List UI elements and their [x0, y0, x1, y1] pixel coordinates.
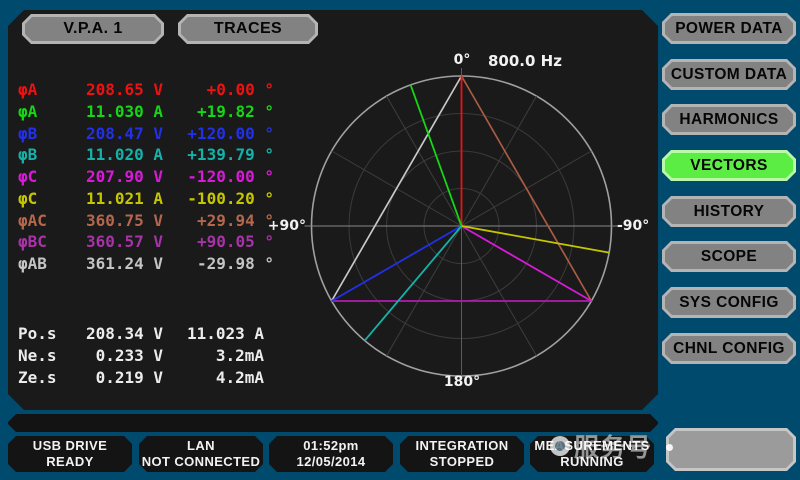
- lan-status: LANNOT CONNECTED: [139, 436, 263, 472]
- summary-current: 4.2mA: [162, 368, 264, 387]
- blank-button[interactable]: [666, 428, 796, 471]
- phase-angle: -120.00 °: [172, 167, 274, 186]
- phase-angle: -100.20 °: [172, 189, 274, 208]
- nav-button-scope-label: SCOPE: [665, 244, 793, 269]
- nav-button-vectors[interactable]: VECTORS: [662, 150, 796, 181]
- phase-value: 208.65 V: [70, 80, 163, 99]
- traces-button[interactable]: TRACES: [178, 14, 318, 44]
- frequency-readout: 800.0 Hz: [488, 52, 562, 70]
- vpa-select-button[interactable]: V.P.A. 1: [22, 14, 164, 44]
- summary-current: 11.023 A: [162, 324, 264, 343]
- phase-label: φC: [18, 189, 68, 208]
- nav-button-power-data[interactable]: POWER DATA: [662, 13, 796, 44]
- usb-status-text: READY: [46, 454, 94, 470]
- nav-button-sys-config[interactable]: SYS CONFIG: [662, 287, 796, 318]
- watermark-text: 服务号: [574, 428, 652, 464]
- integration-status-text: STOPPED: [430, 454, 495, 470]
- angle-label-minus90: -90°: [617, 218, 649, 234]
- integration-status: INTEGRATIONSTOPPED: [400, 436, 524, 472]
- summary-label: Ne.s: [18, 346, 70, 365]
- phase-value: 360.57 V: [70, 232, 163, 251]
- phase-angle: -29.98 °: [172, 254, 274, 273]
- nav-button-power-data-label: POWER DATA: [665, 16, 793, 41]
- summary-label: Po.s: [18, 324, 70, 343]
- nav-button-history[interactable]: HISTORY: [662, 196, 796, 227]
- watermark-logo-icon: [550, 436, 570, 456]
- summary-label: Ze.s: [18, 368, 70, 387]
- nav-button-chnl-config[interactable]: CHNL CONFIG: [662, 333, 796, 364]
- nav-button-harmonics[interactable]: HARMONICS: [662, 104, 796, 135]
- summary-voltage: 208.34 V: [70, 324, 163, 343]
- usb-status-text: USB DRIVE: [33, 438, 107, 454]
- phase-angle: +120.00 °: [172, 124, 274, 143]
- lan-status-text: NOT CONNECTED: [142, 454, 261, 470]
- clock-date-text: 01:52pm: [303, 438, 359, 454]
- vpa-select-button-label: V.P.A. 1: [25, 17, 161, 41]
- phase-angle: +139.79 °: [172, 145, 274, 164]
- blank-button-face: [669, 431, 793, 468]
- phase-label: φAB: [18, 254, 68, 273]
- watermark-dot: [666, 444, 673, 451]
- nav-button-scope[interactable]: SCOPE: [662, 241, 796, 272]
- nav-button-sys-config-label: SYS CONFIG: [665, 290, 793, 315]
- traces-button-label: TRACES: [181, 17, 315, 41]
- phase-value: 11.020 A: [70, 145, 163, 164]
- phase-value: 11.030 A: [70, 102, 163, 121]
- phase-angle: +90.05 °: [172, 232, 274, 251]
- angle-label-plus90: +90°: [252, 218, 306, 234]
- phase-label: φBC: [18, 232, 68, 251]
- phase-label: φB: [18, 145, 68, 164]
- summary-voltage: 0.233 V: [70, 346, 163, 365]
- nav-button-custom-data-label: CUSTOM DATA: [665, 62, 793, 87]
- nav-button-harmonics-label: HARMONICS: [665, 107, 793, 132]
- phase-label: φA: [18, 80, 68, 99]
- phase-label: φA: [18, 102, 68, 121]
- phase-label: φB: [18, 124, 68, 143]
- phase-label: φAC: [18, 211, 68, 230]
- phase-angle: +19.82 °: [172, 102, 274, 121]
- nav-button-chnl-config-label: CHNL CONFIG: [665, 336, 793, 361]
- clock-date-text: 12/05/2014: [296, 454, 365, 470]
- angle-label-0: 0°: [450, 52, 474, 68]
- nav-button-custom-data[interactable]: CUSTOM DATA: [662, 59, 796, 90]
- summary-current: 3.2mA: [162, 346, 264, 365]
- integration-status-text: INTEGRATION: [416, 438, 509, 454]
- clock-date: 01:52pm12/05/2014: [269, 436, 393, 472]
- phase-label: φC: [18, 167, 68, 186]
- angle-label-180: 180°: [440, 374, 484, 390]
- lan-status-text: LAN: [187, 438, 215, 454]
- phase-angle: +0.00 °: [172, 80, 274, 99]
- watermark: 服务号: [550, 428, 652, 464]
- phase-value: 360.75 V: [70, 211, 163, 230]
- phase-value: 207.90 V: [70, 167, 163, 186]
- nav-button-vectors-label: VECTORS: [665, 153, 793, 178]
- nav-button-history-label: HISTORY: [665, 199, 793, 224]
- power-analyzer-screen: V.P.A. 1 TRACES φA208.65 V +0.00 ° φA11.030…: [0, 0, 800, 480]
- phase-value: 208.47 V: [70, 124, 163, 143]
- usb-status: USB DRIVEREADY: [8, 436, 132, 472]
- phase-value: 361.24 V: [70, 254, 163, 273]
- phase-value: 11.021 A: [70, 189, 163, 208]
- summary-voltage: 0.219 V: [70, 368, 163, 387]
